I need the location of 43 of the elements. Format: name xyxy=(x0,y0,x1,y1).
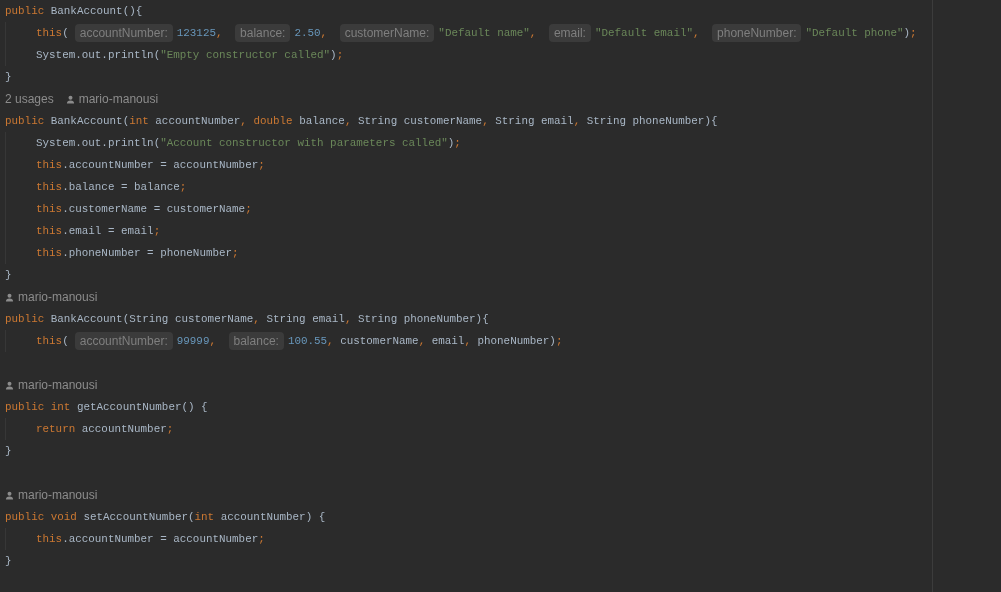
person-icon xyxy=(5,292,14,302)
code-text: return accountNumber; xyxy=(36,423,174,435)
code-text: public void setAccountNumber(int accountNumber) { xyxy=(5,511,326,523)
parameter-hint: phoneNumber: xyxy=(712,24,802,42)
author-name[interactable]: mario-manousi xyxy=(18,488,98,502)
code-text: this.accountNumber = accountNumber; xyxy=(36,533,265,545)
code-text: this.email = email; xyxy=(36,225,161,237)
code-text: this( xyxy=(36,27,69,39)
code-text: this.accountNumber = accountNumber; xyxy=(36,159,265,171)
code-text: System.out.println("Account constructor with parameters called"); xyxy=(36,137,461,149)
code-text: "Default phone"); xyxy=(805,27,917,39)
code-text: public int getAccountNumber() { xyxy=(5,401,208,413)
usages-link[interactable]: 2 usages xyxy=(5,92,54,106)
parameter-hint: accountNumber: xyxy=(74,24,173,42)
code-text: 2.50, xyxy=(294,27,329,39)
code-text: this( xyxy=(36,335,69,347)
parameter-hint: balance: xyxy=(235,24,291,42)
code-text: } xyxy=(5,269,12,281)
code-text: } xyxy=(5,445,12,457)
code-text: this.customerName = customerName; xyxy=(36,203,252,215)
person-icon xyxy=(65,94,75,104)
code-text: System.out.println("Empty constructor called"); xyxy=(36,49,344,61)
author-name[interactable]: mario-manousi xyxy=(18,290,98,304)
person-icon xyxy=(5,490,14,500)
code-text: public BankAccount(String customerName, String email, String phoneNumber){ xyxy=(5,313,489,325)
parameter-hint: email: xyxy=(548,24,591,42)
code-text: public BankAccount(){ xyxy=(5,5,143,17)
code-text: } xyxy=(5,71,12,83)
code-text: 99999, xyxy=(176,335,217,347)
code-text: 100.55, customerName, email, phoneNumber); xyxy=(287,335,563,347)
code-text: this.phoneNumber = phoneNumber; xyxy=(36,247,239,259)
code-text: this.balance = balance; xyxy=(36,181,187,193)
author-name[interactable]: mario-manousi xyxy=(18,378,98,392)
code-text: } xyxy=(5,555,12,567)
parameter-hint: balance: xyxy=(228,332,284,350)
code-text: public BankAccount(int accountNumber, double balance, String customerName, String email, String phoneNumber){ xyxy=(5,115,718,127)
parameter-hint: accountNumber: xyxy=(74,332,173,350)
code-text: "Default email", xyxy=(594,27,701,39)
code-text: "Default name", xyxy=(438,27,538,39)
author-name[interactable]: mario-manousi xyxy=(78,92,159,106)
person-icon xyxy=(5,380,14,390)
code-text: 123125, xyxy=(176,27,224,39)
parameter-hint: customerName: xyxy=(339,24,435,42)
